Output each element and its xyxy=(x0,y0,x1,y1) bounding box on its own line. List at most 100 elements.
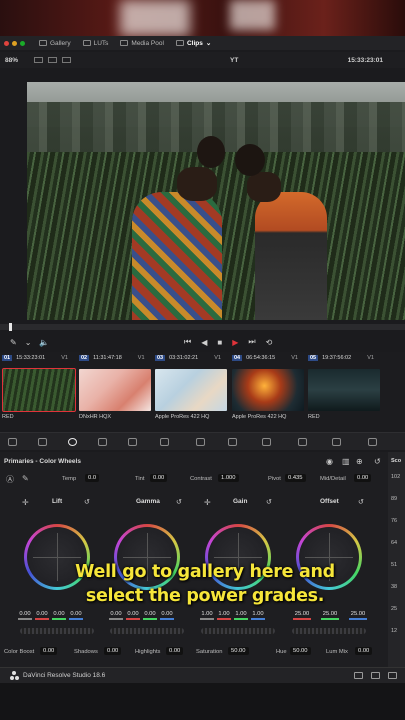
viewer-timecode: 15:33:23:01 xyxy=(347,56,383,64)
eyedropper-icon[interactable] xyxy=(262,438,271,446)
clip-number: 01 xyxy=(2,355,13,361)
scope-scale: 25 xyxy=(391,606,398,612)
clip-thumbnail[interactable] xyxy=(2,368,76,412)
gain-r-value[interactable]: 1.00 xyxy=(217,611,231,620)
rgb-mixer-icon[interactable] xyxy=(98,438,107,446)
davinci-logo-icon xyxy=(10,671,19,680)
clip-number: 02 xyxy=(79,355,90,361)
tint-value[interactable]: 0.00 xyxy=(150,474,168,482)
offset-r-value[interactable]: 25.00 xyxy=(293,611,311,620)
clip-track: V1 xyxy=(367,355,374,361)
hue-value[interactable]: 50.00 xyxy=(290,647,311,655)
shadows-value[interactable]: 0.00 xyxy=(104,647,122,655)
clip-number: 04 xyxy=(232,355,243,361)
edit-page-icon[interactable] xyxy=(388,672,397,679)
minimize-window-icon[interactable] xyxy=(12,40,17,46)
skip-back-icon[interactable]: ⏮ xyxy=(184,337,191,347)
bars-mode-icon[interactable]: ▥ xyxy=(342,457,350,466)
clip-thumbnail[interactable] xyxy=(232,369,304,411)
middetail-value[interactable]: 0.00 xyxy=(354,474,372,482)
reset-icon[interactable]: ↺ xyxy=(266,498,272,506)
color-wheels-icon[interactable] xyxy=(68,438,77,446)
chevron-down-icon[interactable]: ⌄ xyxy=(25,338,32,347)
pivot-value[interactable]: 0.435 xyxy=(285,474,306,482)
gamma-b-value[interactable]: 0.00 xyxy=(160,611,174,620)
tracker-icon[interactable] xyxy=(332,438,341,446)
temp-value[interactable]: 0.0 xyxy=(85,474,100,482)
magic-mask-icon[interactable] xyxy=(368,438,377,446)
gain-master-wheel[interactable] xyxy=(201,628,275,634)
gain-b-value[interactable]: 1.00 xyxy=(251,611,265,620)
gain-y-value[interactable]: 1.00 xyxy=(200,611,214,620)
viewer-mode-icon[interactable] xyxy=(34,57,44,63)
reset-icon[interactable]: ↺ xyxy=(176,498,182,506)
tab-clips[interactable]: Clips ⌄ xyxy=(175,39,211,47)
highlight-icon[interactable] xyxy=(62,57,72,63)
gamma-g-value[interactable]: 0.00 xyxy=(143,611,157,620)
reset-icon[interactable]: ↺ xyxy=(358,498,364,506)
playhead[interactable] xyxy=(9,323,12,331)
camera-raw-icon[interactable] xyxy=(8,438,17,446)
gamma-y-value[interactable]: 0.00 xyxy=(109,611,123,620)
reset-icon[interactable]: ↺ xyxy=(374,457,381,466)
gain-g-value[interactable]: 1.00 xyxy=(234,611,248,620)
tab-gallery[interactable]: Gallery xyxy=(39,40,71,47)
reset-icon[interactable]: ↺ xyxy=(84,498,90,506)
offset-master-wheel[interactable] xyxy=(292,628,366,634)
media-page-icon[interactable] xyxy=(354,672,363,679)
maximize-window-icon[interactable] xyxy=(20,40,25,46)
contrast-value[interactable]: 1.000 xyxy=(218,474,239,482)
play-reverse-icon[interactable]: ◀ xyxy=(201,338,207,347)
lummix-value[interactable]: 0.00 xyxy=(355,647,373,655)
clip-timecode: 15:33:23:01 xyxy=(16,355,46,361)
motion-effects-icon[interactable] xyxy=(128,438,137,446)
picker-icon[interactable]: ✎ xyxy=(22,474,29,483)
lift-master-wheel[interactable] xyxy=(20,628,94,634)
clip-thumbnail[interactable] xyxy=(308,369,380,411)
video-viewer[interactable] xyxy=(27,82,405,320)
eyedropper-icon[interactable]: ✎ xyxy=(10,338,17,347)
stop-icon[interactable]: ■ xyxy=(217,338,222,347)
offset-g-value[interactable]: 25.00 xyxy=(321,611,339,620)
saturation-value[interactable]: 50.00 xyxy=(228,647,249,655)
color-match-icon[interactable] xyxy=(38,438,47,446)
color-warper-icon[interactable] xyxy=(196,438,205,446)
zoom-level[interactable]: 88% xyxy=(5,57,18,64)
clip-thumbnail[interactable] xyxy=(155,369,227,411)
log-mode-icon[interactable]: ⊕ xyxy=(356,457,363,466)
cut-page-icon[interactable] xyxy=(371,672,380,679)
caption-line-1: Well go to gallery here and xyxy=(75,562,335,582)
curves-icon[interactable] xyxy=(160,438,169,446)
auto-balance-icon[interactable]: Ⓐ xyxy=(6,474,14,485)
crosshair-icon[interactable]: ✛ xyxy=(204,498,211,507)
qualifier-icon[interactable] xyxy=(228,438,237,446)
timeline-scrubber[interactable] xyxy=(0,323,405,331)
tab-luts[interactable]: LUTs xyxy=(82,40,108,47)
play-icon[interactable]: ▶ xyxy=(232,338,238,347)
gamma-r-value[interactable]: 0.00 xyxy=(126,611,140,620)
gain-label: Gain xyxy=(233,498,248,505)
clip-thumbnail[interactable] xyxy=(79,369,151,411)
tab-clips-label: Clips xyxy=(186,39,203,47)
clip-track: V1 xyxy=(137,355,145,361)
highlights-value[interactable]: 0.00 xyxy=(166,647,184,655)
offset-b-value[interactable]: 25.00 xyxy=(349,611,367,620)
loop-icon[interactable]: ⟲ xyxy=(266,338,273,347)
lift-y-value[interactable]: 0.00 xyxy=(18,611,32,620)
speaker-icon[interactable]: 🔈 xyxy=(39,338,49,347)
close-window-icon[interactable] xyxy=(4,40,9,46)
tab-media-pool[interactable]: Media Pool xyxy=(120,40,164,47)
lift-r-value[interactable]: 0.00 xyxy=(35,611,49,620)
window-icon[interactable] xyxy=(298,438,307,446)
wheels-mode-icon[interactable]: ◉ xyxy=(326,457,333,466)
lift-g-value[interactable]: 0.00 xyxy=(52,611,66,620)
crosshair-icon[interactable]: ✛ xyxy=(22,498,29,507)
lift-b-value[interactable]: 0.00 xyxy=(69,611,83,620)
skip-forward-icon[interactable]: ⏭ xyxy=(248,337,255,347)
colorboost-value[interactable]: 0.00 xyxy=(40,647,58,655)
split-view-icon[interactable] xyxy=(48,57,58,63)
media-pool-icon xyxy=(120,40,129,46)
clip-timecode: 03:31:02:21 xyxy=(169,355,199,361)
gamma-master-wheel[interactable] xyxy=(110,628,184,634)
color-tools-bar xyxy=(0,432,405,450)
